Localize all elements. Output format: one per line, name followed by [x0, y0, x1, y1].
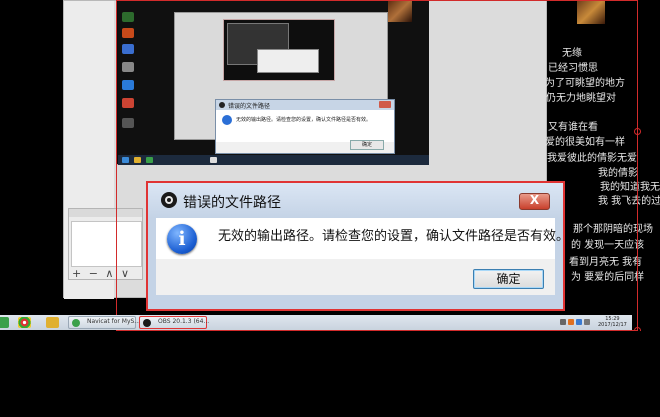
close-icon: X — [529, 193, 540, 207]
ok-button-label: 确定 — [496, 272, 521, 286]
info-glyph: i — [178, 228, 186, 250]
task-label: OBS 20.1.3 (64... — [158, 318, 210, 325]
tray-app-icon[interactable] — [568, 319, 574, 325]
ok-button[interactable]: 确定 — [473, 269, 544, 289]
volume-icon[interactable] — [584, 319, 590, 325]
obs-logo-icon — [161, 192, 177, 208]
close-button[interactable]: X — [519, 193, 550, 210]
clock-date: 2017/12/17 — [598, 322, 627, 328]
taskbar-task-navicat[interactable]: Navicat for MyS... — [68, 316, 140, 329]
resize-handle[interactable] — [634, 128, 641, 135]
dialog-title: 错误的文件路径 — [183, 195, 281, 211]
navicat-icon — [72, 319, 80, 327]
folder-icon[interactable] — [46, 317, 59, 328]
error-dialog: 错误的文件路径 X i 无效的输出路径。请检查您的设置，确认文件路径是否有效。 … — [146, 181, 569, 311]
task-label: Navicat for MyS... — [87, 318, 141, 325]
info-icon: i — [167, 224, 197, 254]
system-tray — [560, 318, 600, 327]
taskbar: Navicat for MyS... OBS 20.1.3 (64... 15:… — [0, 315, 632, 330]
tray-arrow-icon[interactable] — [560, 319, 566, 325]
bottom-black-area — [0, 331, 660, 417]
taskbar-task-obs[interactable]: OBS 20.1.3 (64... — [139, 316, 210, 329]
clock[interactable]: 15:29 2017/12/17 — [598, 316, 627, 328]
network-icon[interactable] — [576, 319, 582, 325]
dialog-footer: 确定 — [156, 259, 555, 295]
obs-logo-icon — [143, 319, 151, 327]
chrome-icon[interactable] — [18, 317, 31, 328]
start-button[interactable] — [0, 317, 9, 328]
error-message: 无效的输出路径。请检查您的设置，确认文件路径是否有效。 — [218, 229, 570, 244]
dialog-titlebar[interactable]: 错误的文件路径 X — [148, 183, 563, 218]
